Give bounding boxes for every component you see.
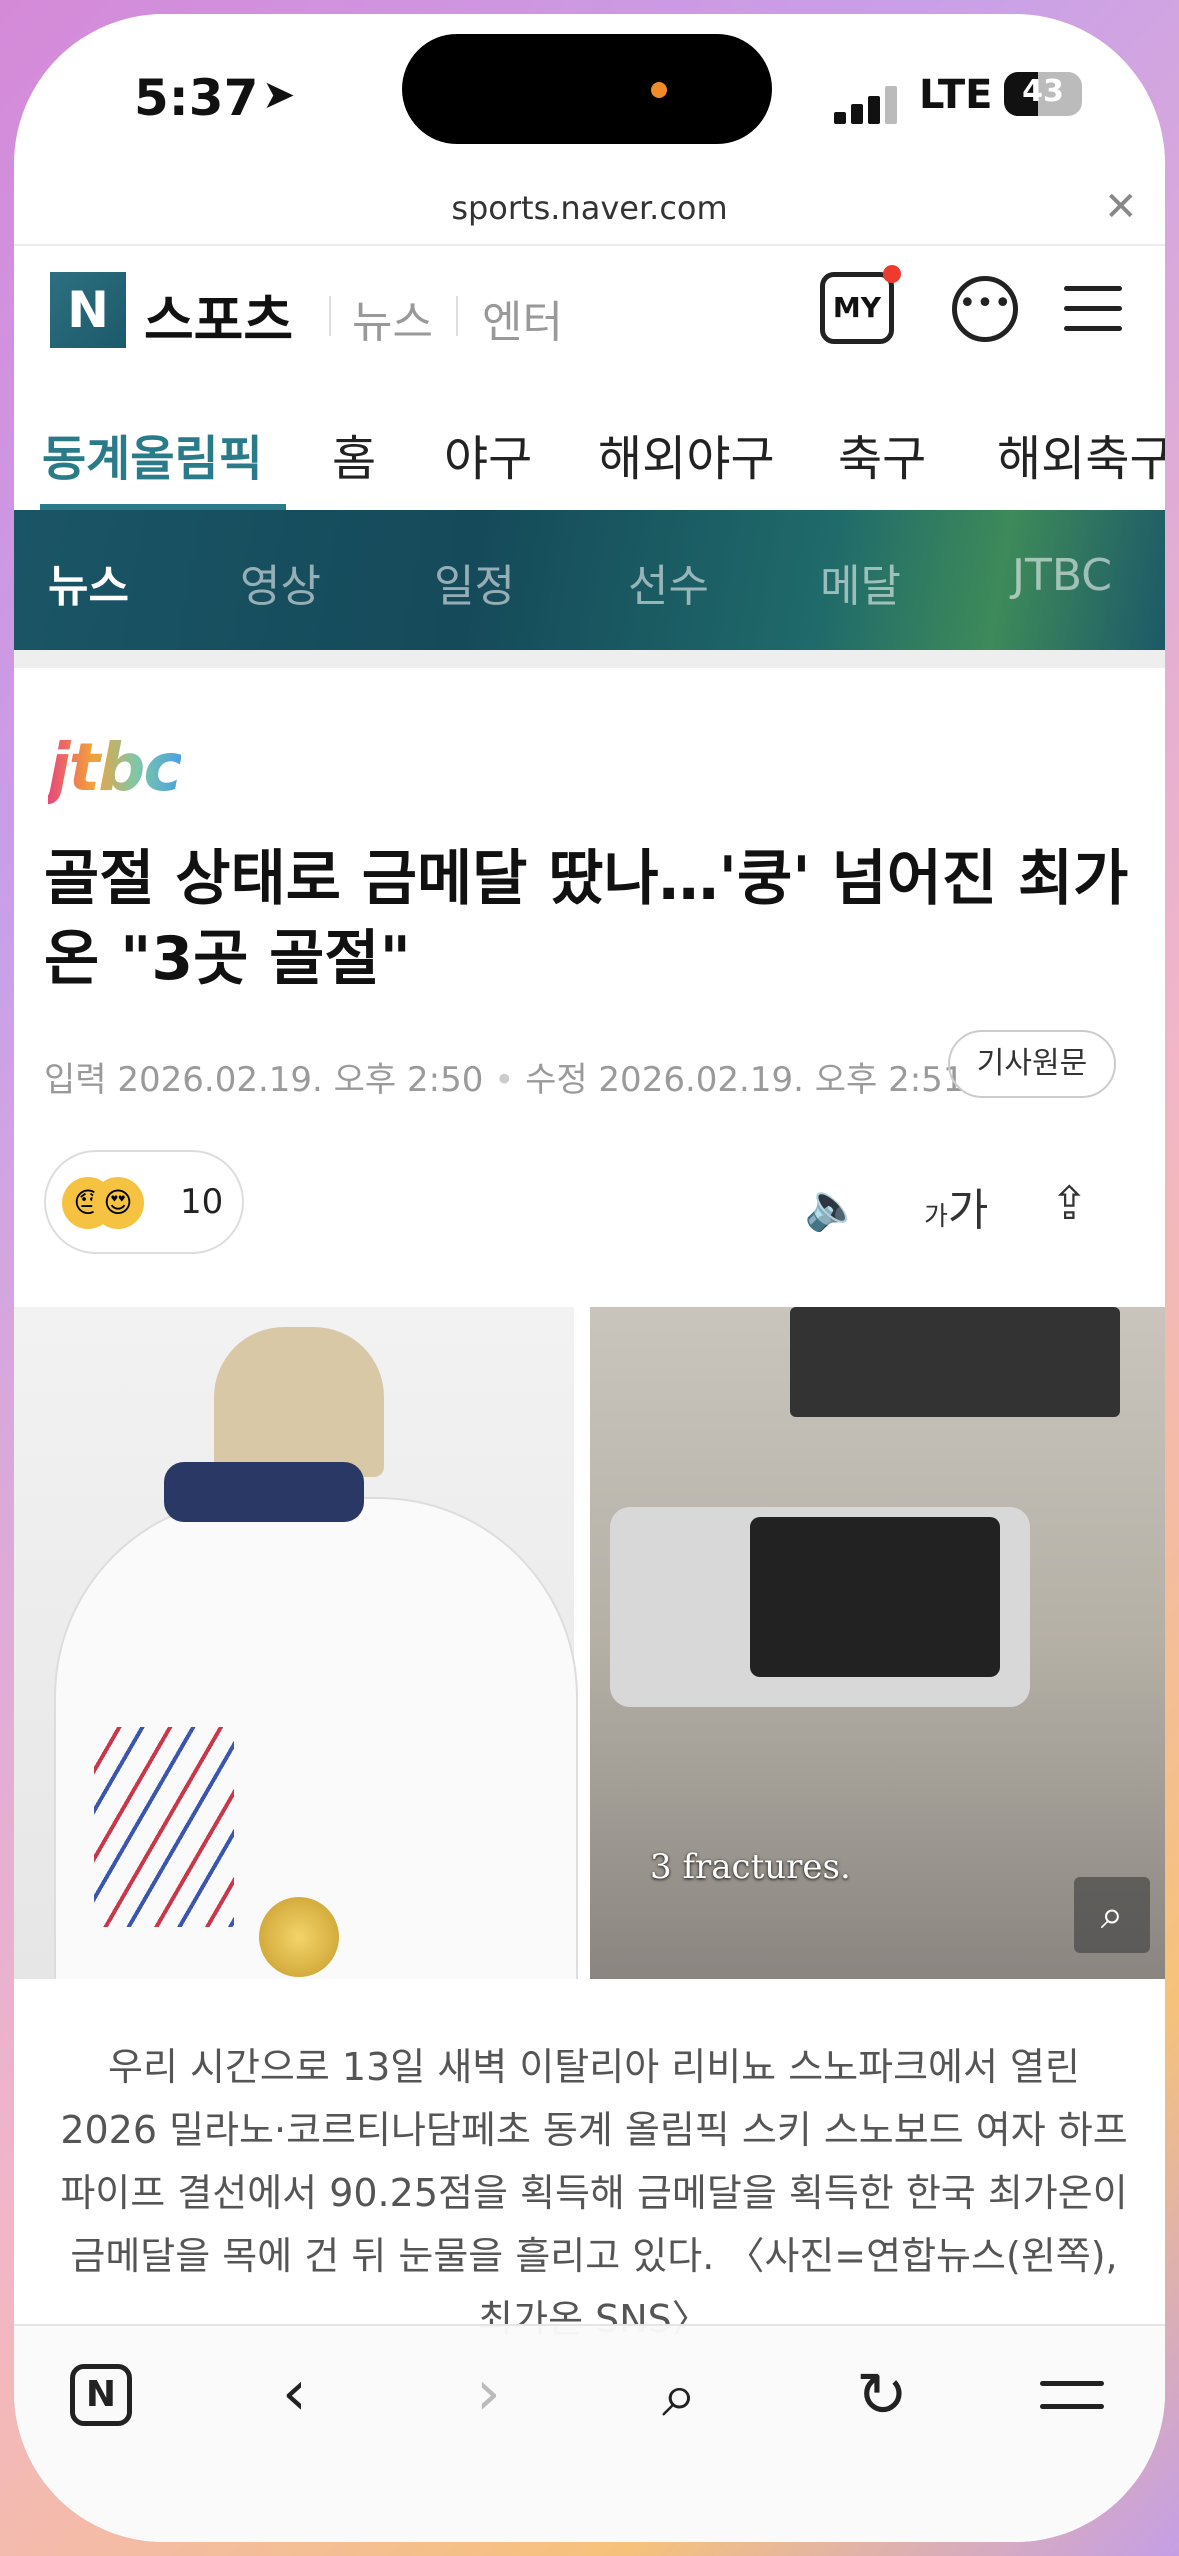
tab-baseball[interactable]: 야구 xyxy=(444,419,532,489)
dynamic-island xyxy=(402,34,772,144)
section-gap xyxy=(14,650,1165,668)
forward-icon[interactable]: › xyxy=(476,2356,501,2429)
network-type: LTE xyxy=(919,72,993,118)
phone-screen: 5:37 ➤ LTE 43 sports.naver.com ✕ N 스포츠 뉴… xyxy=(14,14,1165,2542)
browser-menu-icon[interactable] xyxy=(1040,2381,1104,2427)
font-big-label: 가 xyxy=(947,1185,989,1236)
tab-soccer[interactable]: 축구 xyxy=(838,419,926,489)
article-image[interactable]: 3 fractures. xyxy=(14,1307,1165,1979)
subtab-players[interactable]: 선수 xyxy=(628,550,709,614)
sport-tabs: 동계올림픽 홈 야구 해외야구 축구 해외축구 xyxy=(14,404,1165,514)
tab-overseas-baseball[interactable]: 해외야구 xyxy=(598,419,775,489)
location-arrow-icon: ➤ xyxy=(262,72,296,118)
original-article-button[interactable]: 기사원문 xyxy=(948,1030,1116,1098)
signal-icon xyxy=(834,84,904,124)
share-icon[interactable]: ⇪ xyxy=(1050,1176,1089,1230)
font-small-label: 가 xyxy=(924,1202,948,1232)
heart-eyes-emoji-icon: 😍 xyxy=(92,1177,144,1229)
modified-date: 수정 2026.02.19. 오후 2:51 xyxy=(525,1060,965,1100)
menu-icon[interactable] xyxy=(1064,286,1122,346)
battery-level: 43 xyxy=(1022,74,1064,109)
browser-toolbar: N ‹ › ⌕ ↻ xyxy=(14,2324,1165,2542)
tab-overseas-soccer[interactable]: 해외축구 xyxy=(997,419,1165,489)
speaker-icon[interactable]: 🔈 xyxy=(804,1179,861,1234)
subtab-video[interactable]: 영상 xyxy=(240,550,321,614)
naver-home-icon[interactable]: N xyxy=(70,2364,132,2426)
chat-icon[interactable]: ••• xyxy=(952,276,1018,342)
tab-winter-olympics[interactable]: 동계올림픽 xyxy=(42,419,263,489)
close-icon[interactable]: ✕ xyxy=(1104,184,1138,230)
search-icon[interactable]: ⌕ xyxy=(662,2358,697,2432)
zoom-icon[interactable]: ⌕ xyxy=(1074,1877,1150,1953)
subtab-medals[interactable]: 메달 xyxy=(820,550,901,614)
article-dates: 입력 2026.02.19. 오후 2:50 • 수정 2026.02.19. … xyxy=(44,1060,965,1100)
header-link-entertainment[interactable]: 엔터 xyxy=(482,286,563,350)
divider xyxy=(329,296,331,336)
status-time: 5:37 xyxy=(134,69,259,127)
tab-home[interactable]: 홈 xyxy=(332,419,376,489)
athlete-photo xyxy=(14,1307,578,1979)
font-size-button[interactable]: 가가 xyxy=(924,1174,988,1238)
brand-title[interactable]: 스포츠 xyxy=(144,276,293,355)
battery-icon: 43 xyxy=(1004,72,1082,116)
my-button[interactable]: MY xyxy=(820,265,901,344)
publisher-logo[interactable]: jtbc xyxy=(48,729,183,806)
reaction-count: 10 xyxy=(180,1182,224,1222)
notification-dot xyxy=(883,265,901,283)
divider xyxy=(14,244,1165,246)
subtab-news[interactable]: 뉴스 xyxy=(48,550,129,614)
published-date: 입력 2026.02.19. 오후 2:50 xyxy=(44,1060,484,1100)
back-icon[interactable]: ‹ xyxy=(282,2356,307,2429)
naver-logo[interactable]: N xyxy=(50,272,126,348)
article-title: 골절 상태로 금메달 땄나…'쿵' 넘어진 최가온 "3곳 골절" xyxy=(44,844,1129,994)
sub-tabs: 뉴스 영상 일정 선수 메달 JTBC xyxy=(14,510,1165,650)
url-bar[interactable]: sports.naver.com xyxy=(14,189,1165,227)
my-label: MY xyxy=(832,291,882,324)
subtab-jtbc[interactable]: JTBC xyxy=(1012,550,1112,601)
reload-icon[interactable]: ↻ xyxy=(856,2358,908,2431)
image-overlay-text: 3 fractures. xyxy=(650,1847,851,1887)
divider xyxy=(456,296,458,336)
header-link-news[interactable]: 뉴스 xyxy=(352,286,433,350)
subtab-schedule[interactable]: 일정 xyxy=(434,550,515,614)
photo-caption: 우리 시간으로 13일 새벽 이탈리아 리비뇨 스노파크에서 열린 2026 밀… xyxy=(60,2045,1128,2341)
reaction-button[interactable]: 😓 😍 10 xyxy=(44,1150,244,1254)
